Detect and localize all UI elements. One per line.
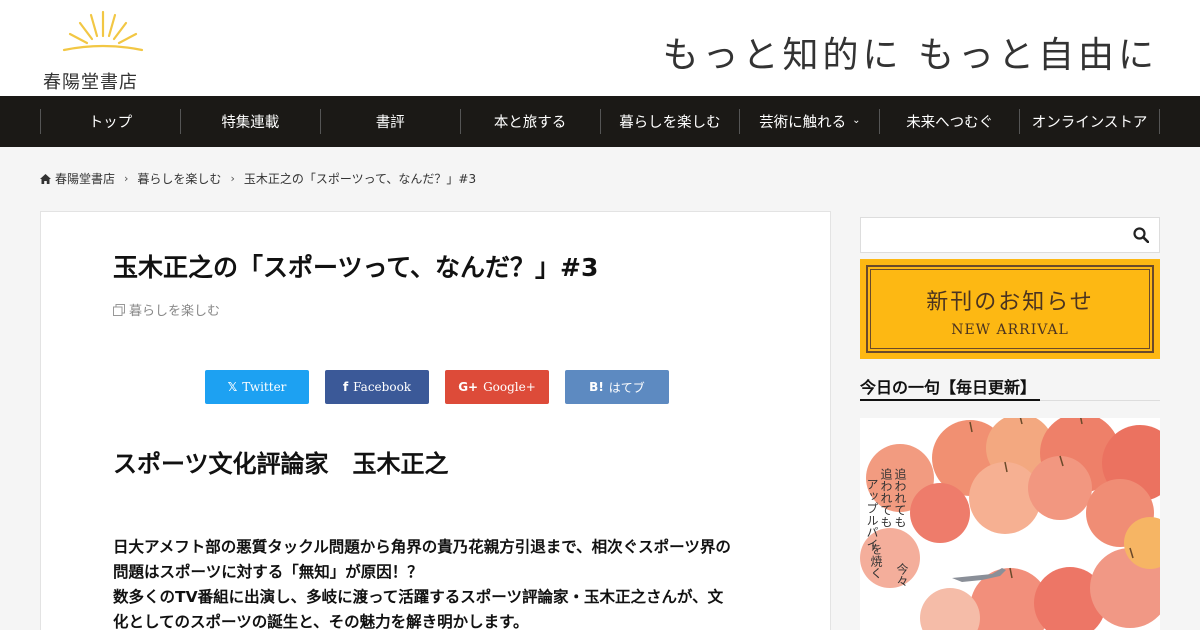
nav-label: トップ bbox=[88, 115, 133, 131]
facebook-share-button[interactable]: f Facebook bbox=[325, 370, 429, 404]
search-icon[interactable] bbox=[1133, 227, 1149, 243]
banner-title: 新刊のお知らせ bbox=[926, 290, 1094, 315]
nav-item-features[interactable]: 特集連載 bbox=[181, 109, 321, 134]
nav-item-store[interactable]: オンラインストア bbox=[1020, 109, 1160, 134]
lead-line: 日大アメフト部の悪質タックル問題から角界の貴乃花親方引退まで、相次ぐスポーツ界の bbox=[113, 538, 731, 556]
breadcrumb-current: 玉木正之の「スポーツって、なんだ？」#3 bbox=[243, 172, 477, 186]
search-box bbox=[860, 217, 1160, 253]
hatena-icon: B! bbox=[589, 380, 604, 394]
lead-line: 化としてのスポーツの誕生と、その魅力を解き明かします。 bbox=[113, 613, 529, 630]
breadcrumb: 春陽堂書店 › 暮らしを楽しむ › 玉木正之の「スポーツって、なんだ？」#3 bbox=[40, 170, 476, 187]
nav-label: 未来へつむぐ bbox=[906, 115, 994, 131]
widget-title-underline bbox=[860, 399, 1040, 401]
twitter-share-button[interactable]: 𝕏 Twitter bbox=[205, 370, 309, 404]
nav-label: 特集連載 bbox=[221, 115, 280, 131]
twitter-icon: 𝕏 bbox=[227, 380, 238, 394]
sun-logo-icon bbox=[62, 10, 144, 52]
share-label: はてブ bbox=[608, 380, 645, 395]
svg-text:を焼く: を焼く bbox=[869, 543, 883, 579]
nav-label: 芸術に触れる bbox=[759, 115, 847, 131]
nav-label: オンラインストア bbox=[1031, 115, 1148, 131]
nav-label: 書評 bbox=[375, 115, 405, 131]
article-card: 玉木正之の「スポーツって、なんだ？」#3 暮らしを楽しむ 𝕏 Twitter fF… bbox=[40, 211, 831, 630]
main-nav: トップ 特集連載 書評 本と旅する 暮らしを楽しむ 芸術に触れる ⌄ 未来へつむぐ… bbox=[0, 96, 1200, 147]
article-title: 玉木正之の「スポーツって、なんだ？」#3 bbox=[113, 253, 599, 282]
daily-haiku-title: 今日の一句【毎日更新】 bbox=[860, 378, 1037, 397]
lead-line: 問題はスポーツに対する「無知」が原因！？ bbox=[113, 563, 423, 581]
nav-item-living[interactable]: 暮らしを楽しむ bbox=[601, 109, 741, 134]
apples-illustration: アップルパイ 追われても 追われても を焼く 今々 bbox=[860, 418, 1160, 630]
site-logo[interactable]: 春陽堂書店 bbox=[40, 6, 165, 93]
nav-label: 暮らしを楽しむ bbox=[619, 115, 721, 131]
svg-text:追われても: 追われても bbox=[879, 467, 893, 528]
article-category[interactable]: 暮らしを楽しむ bbox=[113, 300, 220, 319]
google-share-button[interactable]: G+ Google+ bbox=[445, 370, 549, 404]
site-tagline: もっと知的に もっと自由に bbox=[662, 35, 1158, 76]
chevron-right-icon: › bbox=[124, 172, 129, 185]
new-arrival-banner[interactable]: 新刊のお知らせ NEW ARRIVAL bbox=[860, 259, 1160, 359]
hatena-share-button[interactable]: B! はてブ bbox=[565, 370, 669, 404]
share-buttons: 𝕏 Twitter f Facebook G+ Google+ B! はてブ bbox=[205, 370, 685, 404]
search-input[interactable] bbox=[861, 218, 1121, 252]
article-lead: 日大アメフト部の悪質タックル問題から角界の貴乃花親方引退まで、相次ぐスポーツ界の… bbox=[113, 535, 773, 630]
facebook-icon: f bbox=[342, 380, 349, 394]
svg-text:追われても: 追われても bbox=[893, 467, 907, 528]
home-icon bbox=[40, 173, 51, 184]
nav-label: 本と旅する bbox=[493, 115, 567, 131]
category-label: 暮らしを楽しむ bbox=[129, 304, 221, 319]
folder-copy-icon bbox=[113, 303, 125, 316]
lead-line: 数多くのTV番組に出演し、多岐に渡って活躍するスポーツ評論家・玉木正之さんが、文 bbox=[113, 588, 724, 606]
breadcrumb-category[interactable]: 暮らしを楽しむ bbox=[137, 170, 221, 187]
svg-text:アップルパイ: アップルパイ bbox=[865, 478, 879, 550]
banner-subtitle: NEW ARRIVAL bbox=[951, 322, 1069, 338]
nav-item-future[interactable]: 未来へつむぐ bbox=[880, 109, 1021, 134]
chevron-down-icon: ⌄ bbox=[852, 115, 861, 126]
chevron-right-icon: › bbox=[230, 172, 235, 185]
site-header: 春陽堂書店 もっと知的に もっと自由に bbox=[0, 0, 1200, 96]
nav-item-top[interactable]: トップ bbox=[41, 109, 181, 134]
share-label: Facebook bbox=[353, 380, 412, 394]
svg-text:今々: 今々 bbox=[895, 562, 909, 587]
share-label: Google+ bbox=[483, 380, 536, 394]
nav-item-travel[interactable]: 本と旅する bbox=[461, 109, 601, 134]
daily-haiku-image[interactable]: アップルパイ 追われても 追われても を焼く 今々 bbox=[860, 418, 1160, 630]
article-subheading: スポーツ文化評論家 玉木正之 bbox=[113, 450, 449, 478]
google-plus-icon: G+ bbox=[458, 380, 479, 394]
share-label: Twitter bbox=[242, 380, 287, 394]
breadcrumb-home[interactable]: 春陽堂書店 bbox=[55, 170, 115, 187]
nav-item-reviews[interactable]: 書評 bbox=[321, 109, 461, 134]
nav-item-arts[interactable]: 芸術に触れる ⌄ bbox=[740, 109, 881, 134]
logo-text: 春陽堂書店 bbox=[43, 72, 138, 93]
